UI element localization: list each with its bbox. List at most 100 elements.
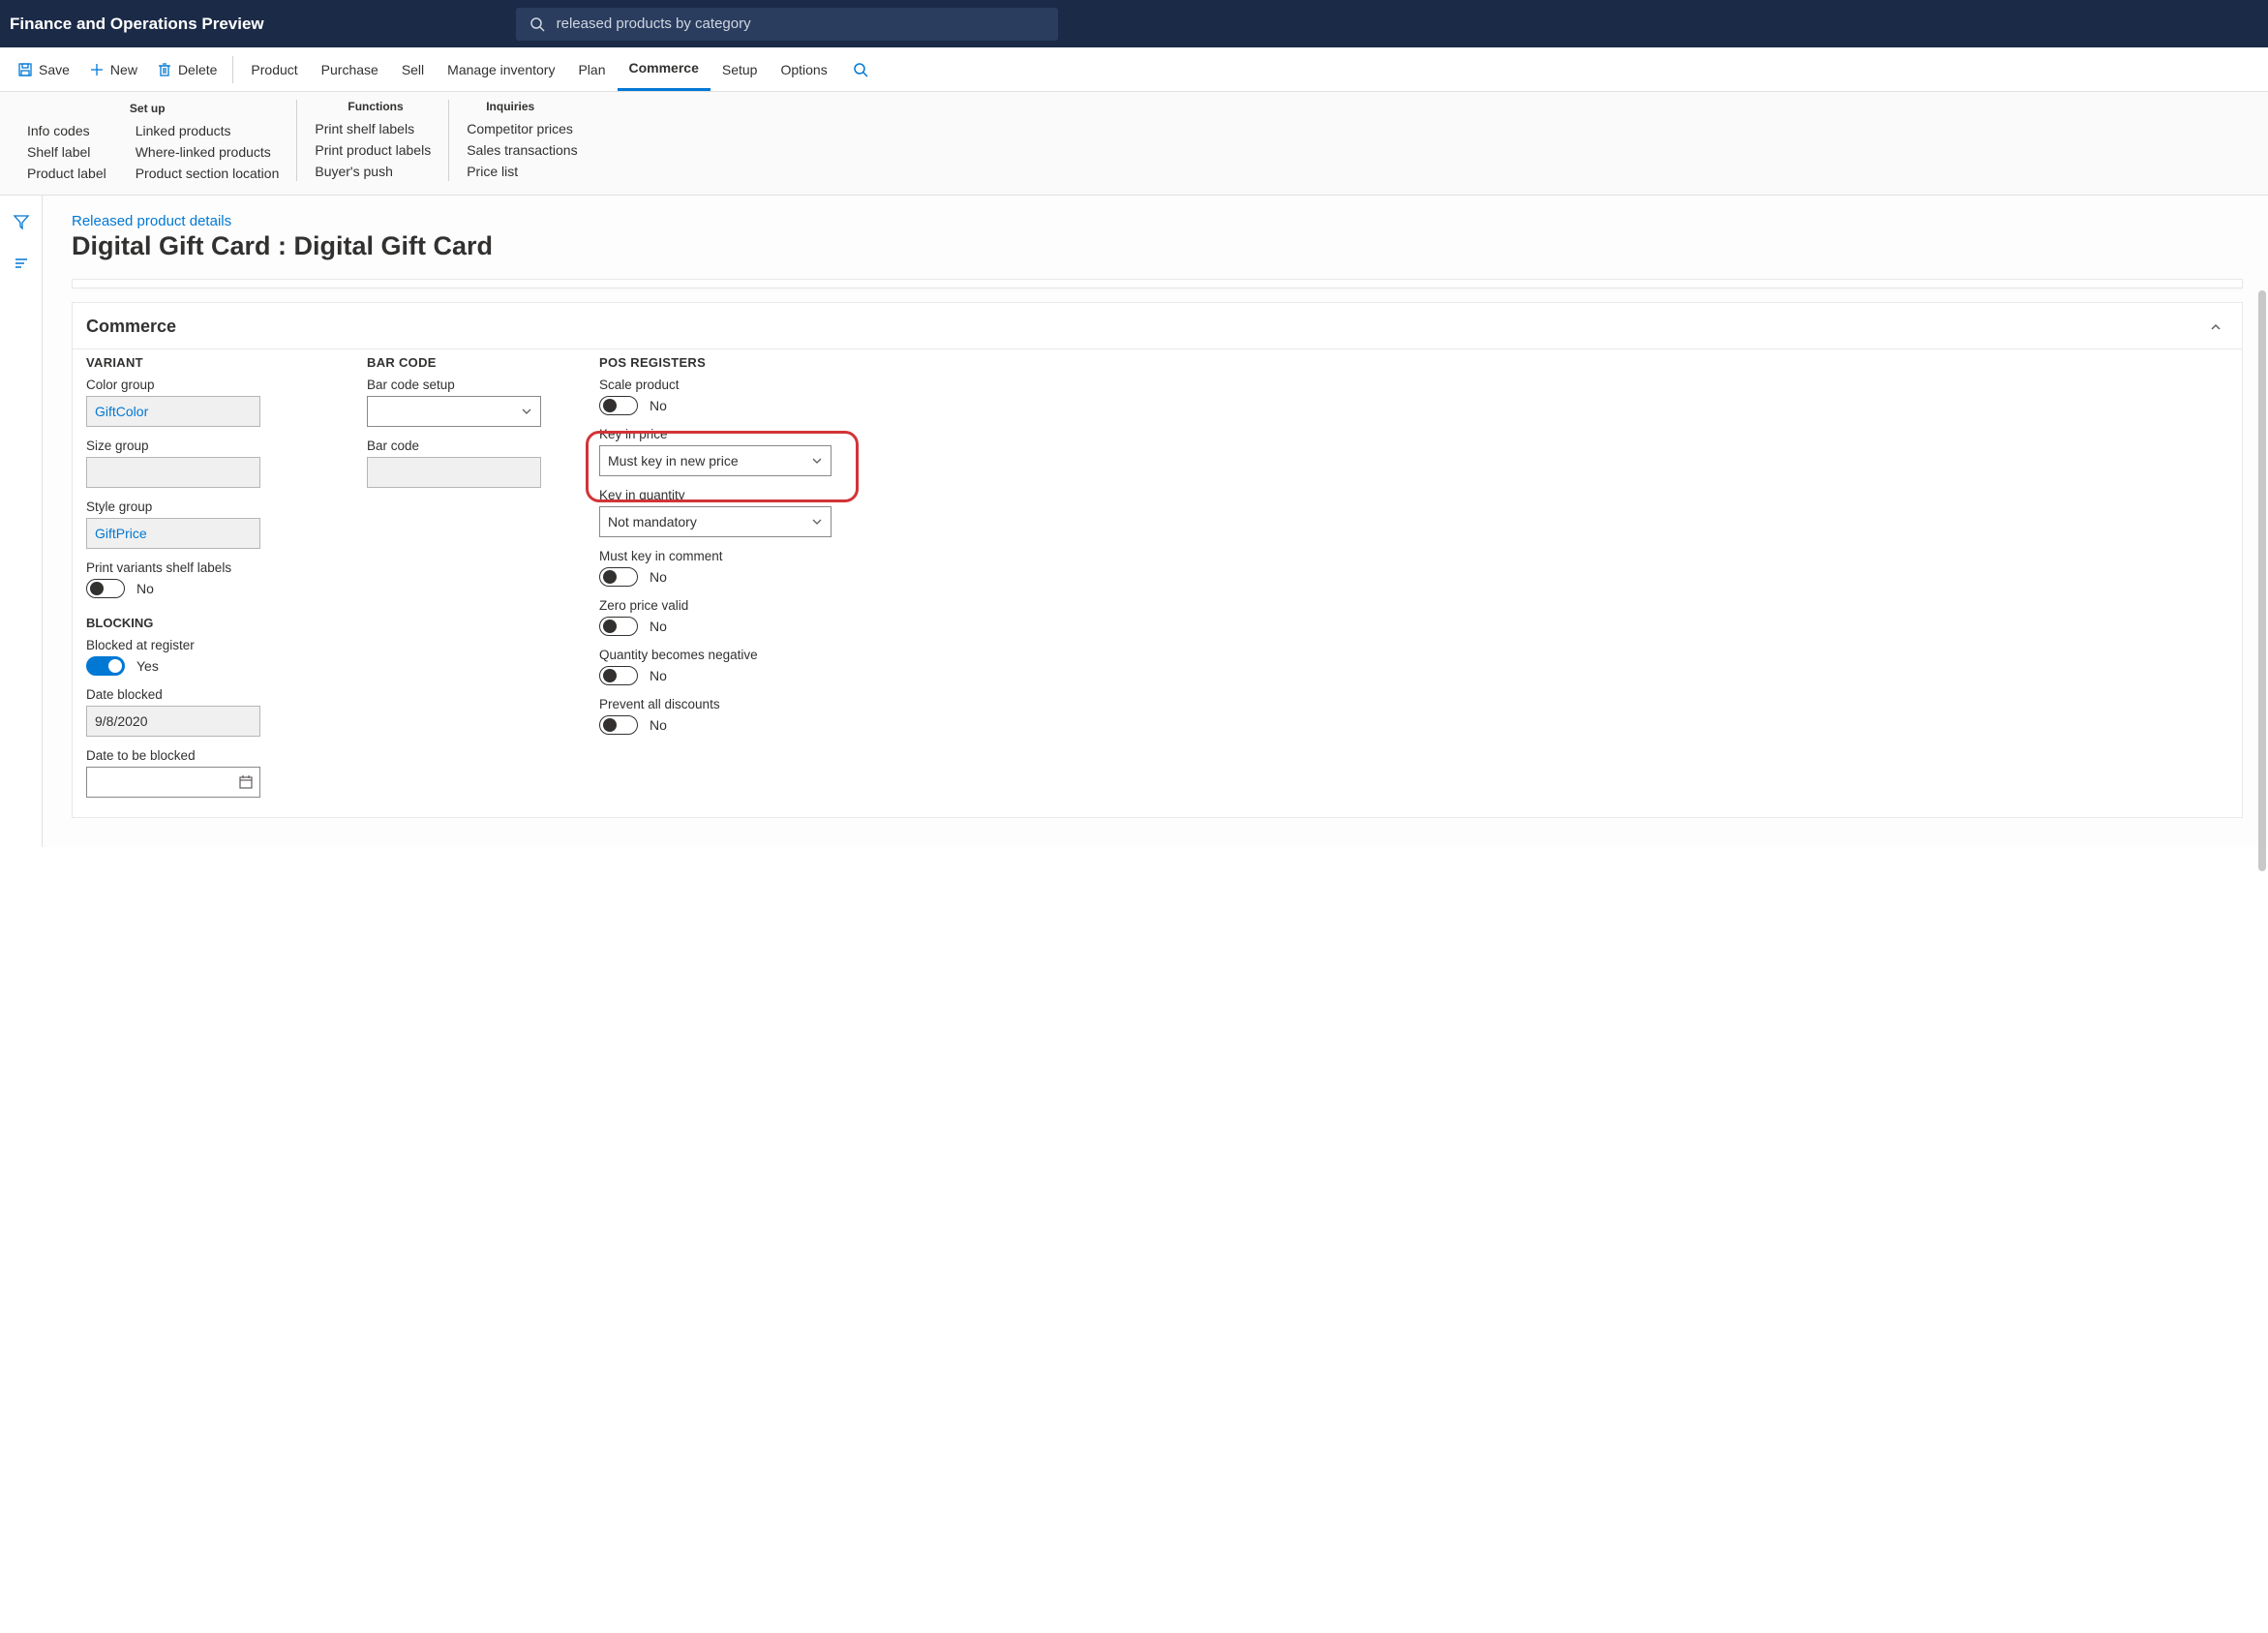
select-key-in-quantity[interactable]: Not mandatory — [599, 506, 832, 537]
label-style-group: Style group — [86, 499, 328, 514]
plus-icon — [89, 62, 105, 77]
search-icon — [853, 62, 868, 77]
input-date-to-be-blocked[interactable] — [86, 767, 260, 798]
column-variant: VARIANT Color group GiftColor Size group… — [86, 355, 328, 798]
toggle-value-qtyneg: No — [650, 668, 667, 683]
toggle-value-zero: No — [650, 619, 667, 634]
app-header: Finance and Operations Preview released … — [0, 0, 2268, 47]
ribbon-link-product-label[interactable]: Product label — [27, 166, 106, 181]
ribbon-group-header: Inquiries — [467, 100, 577, 113]
left-rail — [0, 196, 43, 847]
col-heading-variant: VARIANT — [86, 355, 328, 370]
search-value: released products by category — [557, 15, 751, 32]
label-prevent-discounts: Prevent all discounts — [599, 697, 870, 711]
toggle-blocked-at-register[interactable] — [86, 656, 125, 676]
save-icon — [17, 62, 33, 77]
label-color-group: Color group — [86, 378, 328, 392]
tab-options[interactable]: Options — [769, 47, 838, 91]
tab-setup[interactable]: Setup — [711, 47, 770, 91]
chevron-up-icon — [2209, 320, 2223, 334]
toggle-value-prevent: No — [650, 717, 667, 733]
ribbon-search-button[interactable] — [839, 47, 882, 91]
toggle-zero-price-valid[interactable] — [599, 617, 638, 636]
toggle-value-comment: No — [650, 569, 667, 585]
section-title: Commerce — [86, 317, 176, 337]
toggle-must-key-comment[interactable] — [599, 567, 638, 587]
main-layout: Released product details Digital Gift Ca… — [0, 196, 2268, 847]
chevron-down-icon — [811, 516, 823, 528]
label-size-group: Size group — [86, 438, 328, 453]
select-barcode-setup[interactable] — [367, 396, 541, 427]
ribbon-link-info-codes[interactable]: Info codes — [27, 123, 106, 138]
tab-manage-inventory[interactable]: Manage inventory — [436, 47, 566, 91]
label-scale-product: Scale product — [599, 378, 870, 392]
search-icon — [529, 16, 545, 32]
label-key-in-price: Key in price — [599, 427, 870, 441]
tab-purchase[interactable]: Purchase — [310, 47, 390, 91]
label-date-to-be-blocked: Date to be blocked — [86, 748, 328, 763]
ribbon-link-linked-products[interactable]: Linked products — [136, 123, 280, 138]
input-size-group[interactable] — [86, 457, 260, 488]
section-commerce: Commerce VARIANT Color group GiftColor S… — [72, 302, 2243, 818]
ribbon-link-sales-transactions[interactable]: Sales transactions — [467, 142, 577, 158]
ribbon-group-header: Set up — [128, 102, 166, 115]
toggle-qty-negative[interactable] — [599, 666, 638, 685]
col-heading-barcode: BAR CODE — [367, 355, 560, 370]
input-color-group[interactable]: GiftColor — [86, 396, 260, 427]
delete-button[interactable]: Delete — [147, 47, 227, 91]
filter-icon[interactable] — [13, 213, 30, 233]
label-barcode: Bar code — [367, 438, 560, 453]
trash-icon — [157, 62, 172, 77]
ribbon-group-header: Functions — [315, 100, 431, 113]
input-barcode[interactable] — [367, 457, 541, 488]
toggle-print-variants[interactable] — [86, 579, 125, 598]
label-print-variants: Print variants shelf labels — [86, 560, 328, 575]
action-bar: Save New Delete Product Purchase Sell Ma… — [0, 47, 2268, 92]
list-icon[interactable] — [13, 255, 30, 275]
toggle-value-blocked: Yes — [136, 658, 159, 674]
app-title: Finance and Operations Preview — [10, 15, 264, 34]
ribbon-commerce: Set up Info codes Shelf label Product la… — [0, 92, 2268, 196]
label-barcode-setup: Bar code setup — [367, 378, 560, 392]
ribbon-link-print-shelf[interactable]: Print shelf labels — [315, 121, 431, 136]
section-header[interactable]: Commerce — [73, 303, 2242, 348]
ribbon-link-price-list[interactable]: Price list — [467, 164, 577, 179]
ribbon-link-buyers-push[interactable]: Buyer's push — [315, 164, 431, 179]
tab-plan[interactable]: Plan — [566, 47, 617, 91]
column-pos-registers: POS REGISTERS Scale product No Key in pr… — [599, 355, 870, 798]
ribbon-link-competitor-prices[interactable]: Competitor prices — [467, 121, 577, 136]
main-content: Released product details Digital Gift Ca… — [43, 196, 2268, 847]
select-key-in-price[interactable]: Must key in new price — [599, 445, 832, 476]
column-barcode: BAR CODE Bar code setup Bar code — [367, 355, 560, 798]
scrollbar[interactable] — [2258, 290, 2266, 871]
save-button[interactable]: Save — [8, 47, 79, 91]
new-button[interactable]: New — [79, 47, 147, 91]
ribbon-link-where-linked[interactable]: Where-linked products — [136, 144, 280, 160]
input-date-blocked[interactable]: 9/8/2020 — [86, 706, 260, 737]
ribbon-group-inquiries: Inquiries Competitor prices Sales transa… — [448, 100, 594, 181]
ribbon-link-print-product[interactable]: Print product labels — [315, 142, 431, 158]
ribbon-link-shelf-label[interactable]: Shelf label — [27, 144, 106, 160]
global-search-input[interactable]: released products by category — [516, 8, 1058, 41]
chevron-down-icon — [811, 455, 823, 467]
page-title: Digital Gift Card : Digital Gift Card — [72, 231, 2243, 261]
breadcrumb-link[interactable]: Released product details — [72, 213, 2243, 229]
toggle-prevent-discounts[interactable] — [599, 715, 638, 735]
tab-commerce[interactable]: Commerce — [618, 47, 711, 91]
ribbon-group-setup: Set up Info codes Shelf label Product la… — [10, 100, 296, 181]
label-must-key-comment: Must key in comment — [599, 549, 870, 563]
tab-sell[interactable]: Sell — [390, 47, 436, 91]
ribbon-group-functions: Functions Print shelf labels Print produ… — [296, 100, 448, 181]
toggle-value-scale: No — [650, 398, 667, 413]
calendar-icon — [238, 774, 254, 790]
chevron-down-icon — [521, 406, 532, 417]
ribbon-link-section-location[interactable]: Product section location — [136, 166, 280, 181]
tab-product[interactable]: Product — [239, 47, 309, 91]
collapsed-section-strip[interactable] — [72, 279, 2243, 288]
toggle-scale-product[interactable] — [599, 396, 638, 415]
col-heading-pos: POS REGISTERS — [599, 355, 870, 370]
label-qty-negative: Quantity becomes negative — [599, 648, 870, 662]
input-style-group[interactable]: GiftPrice — [86, 518, 260, 549]
section-body: VARIANT Color group GiftColor Size group… — [73, 348, 2242, 817]
label-date-blocked: Date blocked — [86, 687, 328, 702]
